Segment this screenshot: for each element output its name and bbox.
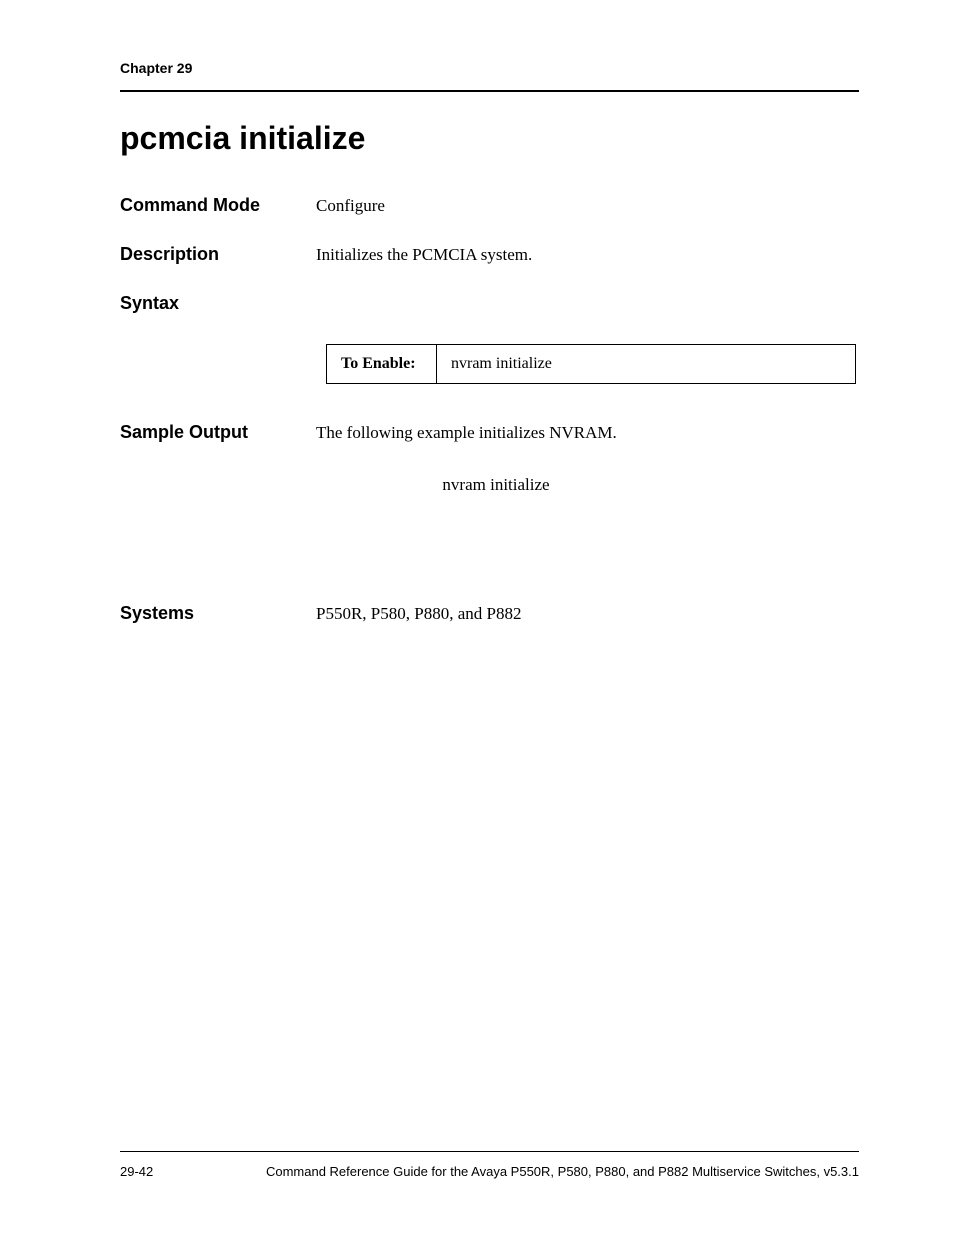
page-footer: 29-42 Command Reference Guide for the Av… bbox=[120, 1151, 859, 1179]
command-mode-value: Configure bbox=[316, 195, 859, 216]
footer-guide-text: Command Reference Guide for the Avaya P5… bbox=[266, 1164, 859, 1179]
syntax-table: To Enable: nvram initialize bbox=[326, 344, 856, 384]
sample-output-value: The following example initializes NVRAM. bbox=[316, 422, 859, 443]
chapter-header: Chapter 29 bbox=[120, 60, 859, 76]
command-mode-section: Command Mode Configure bbox=[120, 195, 859, 216]
syntax-table-command: nvram initialize bbox=[437, 345, 856, 384]
document-page: Chapter 29 pcmcia initialize Command Mod… bbox=[0, 0, 954, 1235]
systems-label: Systems bbox=[120, 603, 316, 624]
footer-content: 29-42 Command Reference Guide for the Av… bbox=[120, 1164, 859, 1179]
description-value: Initializes the PCMCIA system. bbox=[316, 244, 859, 265]
syntax-label: Syntax bbox=[120, 293, 859, 314]
sample-output-command: nvram initialize bbox=[316, 475, 676, 495]
page-title: pcmcia initialize bbox=[120, 120, 859, 157]
command-mode-label: Command Mode bbox=[120, 195, 316, 216]
description-section: Description Initializes the PCMCIA syste… bbox=[120, 244, 859, 265]
description-label: Description bbox=[120, 244, 316, 265]
sample-output-section: Sample Output The following example init… bbox=[120, 422, 859, 495]
syntax-table-row: To Enable: nvram initialize bbox=[327, 345, 856, 384]
footer-rule bbox=[120, 1151, 859, 1152]
syntax-table-header: To Enable: bbox=[327, 345, 437, 384]
footer-page-number: 29-42 bbox=[120, 1164, 153, 1179]
header-rule bbox=[120, 90, 859, 92]
sample-output-label: Sample Output bbox=[120, 422, 316, 443]
systems-section: Systems P550R, P580, P880, and P882 bbox=[120, 603, 859, 624]
syntax-section: Syntax To Enable: nvram initialize bbox=[120, 293, 859, 384]
systems-value: P550R, P580, P880, and P882 bbox=[316, 603, 859, 624]
